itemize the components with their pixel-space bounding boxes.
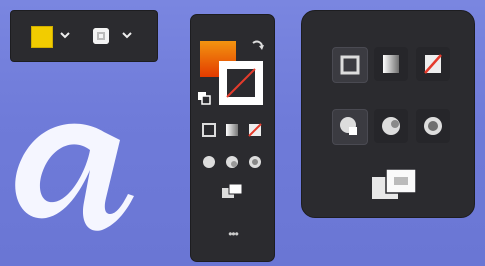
none-mode-button[interactable] xyxy=(416,47,450,81)
gradient-mode-button[interactable] xyxy=(374,47,408,81)
swap-arrow-icon[interactable] xyxy=(251,39,265,53)
chevron-down-icon[interactable] xyxy=(121,29,133,41)
toolbox-panel: ••• xyxy=(190,14,275,262)
color-mode-icon[interactable] xyxy=(202,123,216,137)
draw-normal-button[interactable] xyxy=(332,109,368,145)
draw-behind-button[interactable] xyxy=(374,109,408,143)
fill-stroke-bar xyxy=(10,10,158,62)
draw-inside-icon[interactable] xyxy=(248,155,262,169)
gradient-mode-icon xyxy=(383,55,399,73)
fill-color-swatch[interactable] xyxy=(31,26,53,48)
draw-inside-icon xyxy=(424,117,442,135)
screen-mode-icon[interactable] xyxy=(370,167,418,201)
draw-behind-icon xyxy=(382,117,400,135)
stroke-color-swatch[interactable] xyxy=(93,28,109,44)
gradient-mode-icon[interactable] xyxy=(225,123,239,137)
none-mode-icon[interactable] xyxy=(248,123,262,137)
draw-inside-button[interactable] xyxy=(416,109,450,143)
color-mode-icon xyxy=(340,55,360,75)
default-fill-stroke-icon[interactable] xyxy=(197,91,211,105)
draw-normal-icon[interactable] xyxy=(202,155,216,169)
none-mode-icon xyxy=(424,54,442,74)
chevron-down-icon[interactable] xyxy=(59,29,71,41)
canvas-letter-a xyxy=(15,123,134,231)
draw-behind-icon[interactable] xyxy=(225,155,239,169)
fill-stroke-flyout xyxy=(301,10,475,218)
stroke-swatch[interactable] xyxy=(219,61,263,105)
draw-normal-icon xyxy=(340,117,357,135)
screen-mode-icon[interactable] xyxy=(221,183,243,199)
color-mode-button[interactable] xyxy=(332,47,368,83)
more-options-icon[interactable]: ••• xyxy=(221,227,245,241)
